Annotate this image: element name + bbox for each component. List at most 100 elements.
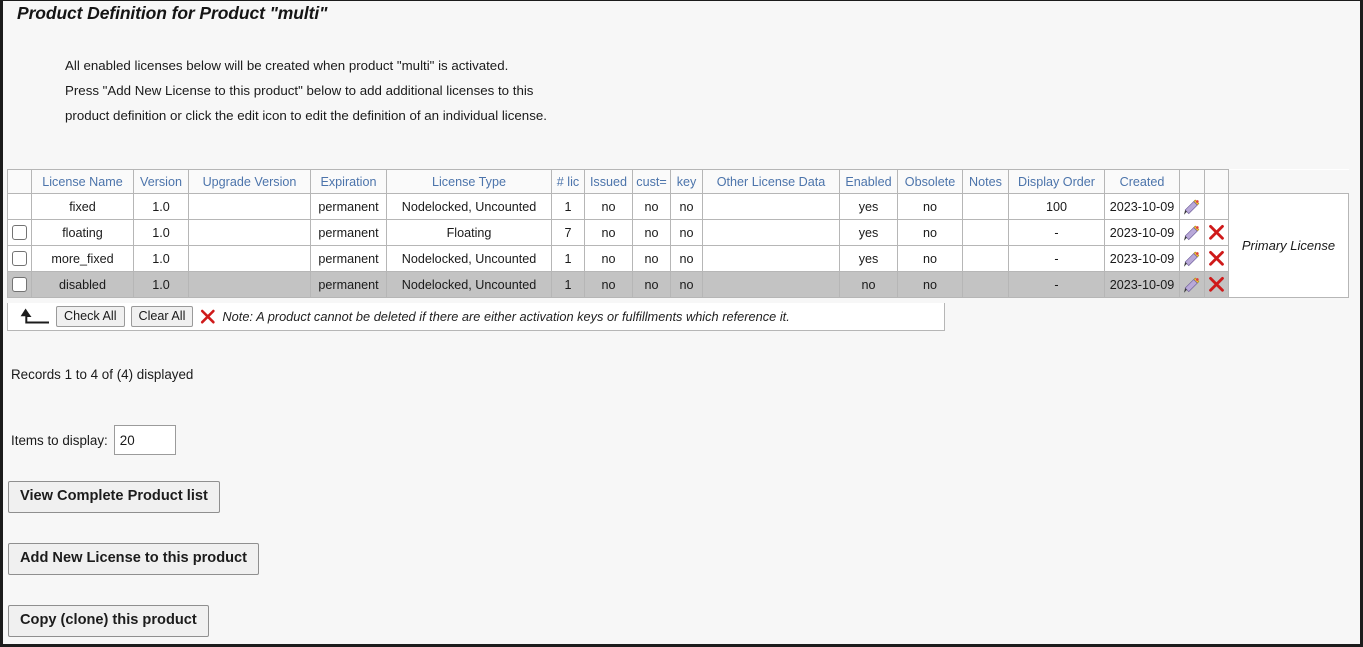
header-upgrade-version[interactable]: Upgrade Version [189, 170, 311, 194]
up-arrow-icon [16, 307, 50, 327]
red-x-icon [200, 309, 216, 325]
cell-key: no [671, 246, 703, 272]
red-x-icon[interactable] [1208, 250, 1225, 267]
pencil-icon[interactable] [1183, 198, 1201, 216]
cell-created: 2023-10-09 [1105, 246, 1180, 272]
records-count: Records 1 to 4 of (4) displayed [11, 367, 193, 382]
row-select-cell[interactable] [8, 194, 32, 220]
cell-license-name: fixed [32, 194, 134, 220]
pencil-icon[interactable] [1183, 276, 1201, 294]
red-x-icon[interactable] [1208, 276, 1225, 293]
license-table: License Name Version Upgrade Version Exp… [7, 169, 1349, 298]
header-notes[interactable]: Notes [963, 170, 1009, 194]
red-x-icon[interactable] [1208, 224, 1225, 241]
cell-upgrade-version [189, 246, 311, 272]
header-num-lic[interactable]: # lic [552, 170, 585, 194]
header-issued[interactable]: Issued [585, 170, 633, 194]
table-row: fixed1.0permanentNodelocked, Uncounted1n… [8, 194, 1349, 220]
cell-num-lic: 1 [552, 272, 585, 298]
items-to-display-label: Items to display: [11, 433, 108, 448]
table-row: more_fixed1.0permanentNodelocked, Uncoun… [8, 246, 1349, 272]
cell-edit[interactable] [1180, 220, 1205, 246]
footer-note: Note: A product cannot be deleted if the… [222, 309, 789, 324]
pencil-icon[interactable] [1183, 250, 1201, 268]
cell-enabled: yes [840, 220, 898, 246]
pencil-icon[interactable] [1183, 224, 1201, 242]
items-to-display-row: Items to display: [11, 425, 176, 455]
row-select-cell[interactable] [8, 272, 32, 298]
check-all-button[interactable]: Check All [56, 306, 125, 327]
cell-notes [963, 220, 1009, 246]
cell-expiration: permanent [311, 194, 387, 220]
cell-license-type: Nodelocked, Uncounted [387, 246, 552, 272]
row-select-cell[interactable] [8, 246, 32, 272]
cell-num-lic: 7 [552, 220, 585, 246]
header-key[interactable]: key [671, 170, 703, 194]
cell-display-order: 100 [1009, 194, 1105, 220]
intro-line-3: product definition or click the edit ico… [65, 103, 547, 128]
cell-cust: no [633, 194, 671, 220]
row-select-cell[interactable] [8, 220, 32, 246]
header-cust[interactable]: cust= [633, 170, 671, 194]
cell-key: no [671, 220, 703, 246]
cell-notes [963, 246, 1009, 272]
cell-edit[interactable] [1180, 272, 1205, 298]
table-row: disabled1.0permanentNodelocked, Uncounte… [8, 272, 1349, 298]
header-enabled[interactable]: Enabled [840, 170, 898, 194]
cell-upgrade-version [189, 220, 311, 246]
header-version[interactable]: Version [134, 170, 189, 194]
cell-delete[interactable] [1205, 220, 1229, 246]
cell-edit[interactable] [1180, 194, 1205, 220]
row-checkbox[interactable] [12, 251, 27, 266]
cell-cust: no [633, 246, 671, 272]
header-select [8, 170, 32, 194]
header-license-type[interactable]: License Type [387, 170, 552, 194]
cell-expiration: permanent [311, 220, 387, 246]
cell-enabled: yes [840, 194, 898, 220]
table-header-row: License Name Version Upgrade Version Exp… [8, 170, 1349, 194]
cell-num-lic: 1 [552, 246, 585, 272]
cell-other-license-data [703, 272, 840, 298]
header-license-name[interactable]: License Name [32, 170, 134, 194]
table-footer-bar: Check All Clear All Note: A product cann… [7, 303, 945, 331]
cell-display-order: - [1009, 246, 1105, 272]
copy-clone-product-button[interactable]: Copy (clone) this product [8, 605, 209, 637]
cell-key: no [671, 272, 703, 298]
cell-delete[interactable] [1205, 272, 1229, 298]
cell-issued: no [585, 194, 633, 220]
cell-notes [963, 272, 1009, 298]
cell-obsolete: no [898, 194, 963, 220]
header-created[interactable]: Created [1105, 170, 1180, 194]
row-checkbox[interactable] [12, 277, 27, 292]
view-complete-product-list-button[interactable]: View Complete Product list [8, 481, 220, 513]
header-expiration[interactable]: Expiration [311, 170, 387, 194]
cell-license-name: more_fixed [32, 246, 134, 272]
items-to-display-input[interactable] [114, 425, 176, 455]
cell-delete[interactable] [1205, 194, 1229, 220]
intro-line-2: Press "Add New License to this product" … [65, 78, 547, 103]
header-obsolete[interactable]: Obsolete [898, 170, 963, 194]
cell-expiration: permanent [311, 272, 387, 298]
header-other-license-data[interactable]: Other License Data [703, 170, 840, 194]
cell-delete[interactable] [1205, 246, 1229, 272]
add-new-license-button[interactable]: Add New License to this product [8, 543, 259, 575]
table-row: floating1.0permanentFloating7nononoyesno… [8, 220, 1349, 246]
cell-issued: no [585, 272, 633, 298]
header-delete-col [1205, 170, 1229, 194]
row-checkbox[interactable] [12, 225, 27, 240]
clear-all-button[interactable]: Clear All [131, 306, 194, 327]
header-display-order[interactable]: Display Order [1009, 170, 1105, 194]
cell-version: 1.0 [134, 246, 189, 272]
cell-num-lic: 1 [552, 194, 585, 220]
cell-license-type: Nodelocked, Uncounted [387, 194, 552, 220]
table-body: fixed1.0permanentNodelocked, Uncounted1n… [8, 194, 1349, 298]
cell-upgrade-version [189, 272, 311, 298]
cell-obsolete: no [898, 220, 963, 246]
cell-other-license-data [703, 194, 840, 220]
cell-edit[interactable] [1180, 246, 1205, 272]
header-edit-col [1180, 170, 1205, 194]
primary-license-label: Primary License [1229, 194, 1349, 298]
cell-license-name: floating [32, 220, 134, 246]
intro-line-1: All enabled licenses below will be creat… [65, 53, 547, 78]
cell-license-type: Floating [387, 220, 552, 246]
